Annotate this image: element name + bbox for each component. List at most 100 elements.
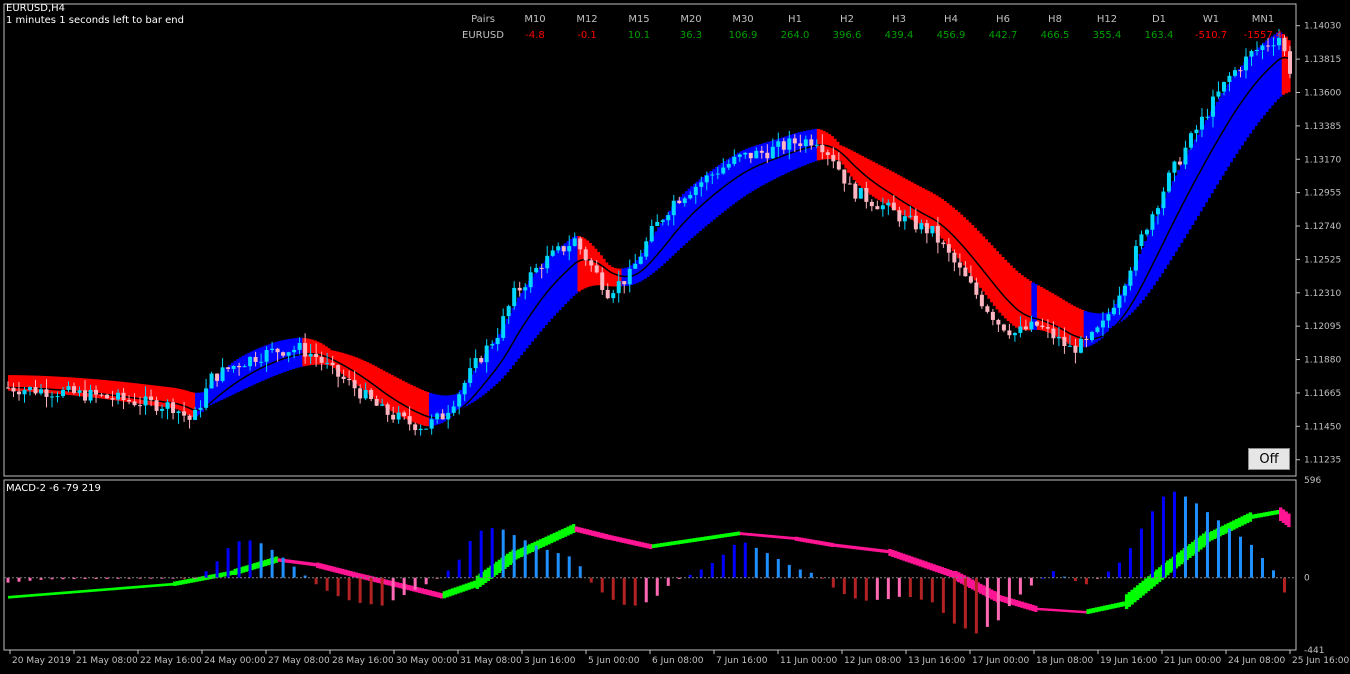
candle-body <box>545 255 550 269</box>
candle-body <box>1139 234 1144 247</box>
candle-body <box>429 419 434 429</box>
bar-timer-text: 1 minutes 1 seconds left to bar end <box>6 15 184 26</box>
candle-body <box>1095 327 1100 332</box>
price-chart-svg[interactable]: 1.14030 1.13815 1.13600 1.13385 1.13170 1.129… <box>0 0 1350 670</box>
price-tick-label: 1.12310 <box>1304 289 1341 299</box>
candle-body <box>182 411 187 416</box>
table-strength-value: 264.0 <box>780 30 810 41</box>
macd-histogram-bar <box>743 542 747 578</box>
candle-body <box>924 223 929 234</box>
candle-body <box>842 169 847 184</box>
macd-histogram-bar <box>1106 571 1110 578</box>
macd-histogram-bar <box>523 540 527 578</box>
candle-body <box>809 139 814 146</box>
macd-histogram-bar <box>237 541 241 578</box>
macd-histogram-bar <box>1007 577 1011 607</box>
macd-histogram-bar <box>380 577 384 606</box>
macd-histogram-bar <box>1117 562 1121 578</box>
candle-body <box>985 306 990 312</box>
candle-body <box>600 272 605 290</box>
candle-body <box>622 281 627 285</box>
candle-body <box>1106 314 1111 321</box>
price-tick-label: 1.12740 <box>1304 222 1341 232</box>
candle-body <box>132 401 137 406</box>
time-tick-label: 21 May 08:00 <box>76 656 138 666</box>
candle-body <box>138 405 143 407</box>
table-timeframe-header: H6 <box>996 14 1010 25</box>
time-tick-label: 12 Jun 08:00 <box>844 656 901 666</box>
time-tick-label: 25 Jun 16:00 <box>1292 656 1349 666</box>
candle-body <box>407 416 412 425</box>
candle-body <box>253 357 258 362</box>
macd-histogram-bar <box>1282 577 1286 593</box>
candle-body <box>1265 45 1270 47</box>
macd-histogram-bar <box>787 564 791 578</box>
macd-histogram-bar <box>1084 577 1088 585</box>
table-timeframe-header: M15 <box>628 14 650 25</box>
candle-body <box>875 206 880 210</box>
off-button[interactable]: Off <box>1248 448 1290 470</box>
candle-body <box>358 388 363 399</box>
macd-histogram-bar <box>666 577 670 586</box>
table-header-pairs: Pairs <box>471 14 495 25</box>
macd-tick-label: -441 <box>1304 646 1324 656</box>
time-tick-label: 6 Jun 08:00 <box>652 656 704 666</box>
candle-body <box>556 246 561 251</box>
candle-body <box>523 287 528 291</box>
candle-body <box>473 357 478 369</box>
candle-body <box>644 241 649 257</box>
candle-body <box>946 244 951 253</box>
macd-histogram-bar <box>1205 512 1209 578</box>
candle-body <box>292 349 297 353</box>
macd-histogram-bar <box>534 545 538 578</box>
candle-body <box>1172 161 1177 173</box>
candle-body <box>666 215 671 221</box>
candle-body <box>935 225 940 243</box>
table-strength-value: -510.7 <box>1194 30 1228 41</box>
macd-histogram-bar <box>776 559 780 578</box>
candle-body <box>1150 214 1155 230</box>
candle-body <box>831 155 836 162</box>
candle-body <box>1018 326 1023 334</box>
candle-body <box>1177 161 1182 165</box>
candle-body <box>765 152 770 159</box>
candle-body <box>1062 336 1067 346</box>
candle-body <box>721 167 726 174</box>
candle-body <box>748 152 753 159</box>
candle-body <box>677 200 682 204</box>
candle-body <box>567 246 572 252</box>
table-strength-value: 36.3 <box>679 30 703 41</box>
candle-body <box>347 378 352 381</box>
candle-body <box>715 173 720 175</box>
candle-body <box>28 387 33 391</box>
macd-histogram-bar <box>941 577 945 613</box>
candle-body <box>259 361 264 363</box>
candle-body <box>616 281 621 294</box>
candle-body <box>1205 116 1210 118</box>
candle-body <box>781 141 786 150</box>
macd-histogram-bar <box>721 554 725 578</box>
time-tick-label: 19 Jun 16:00 <box>1100 656 1157 666</box>
candle-body <box>1067 345 1072 347</box>
candle-body <box>418 428 423 431</box>
macd-histogram-bar <box>1249 544 1253 578</box>
candle-body <box>627 268 632 285</box>
candle-body <box>611 293 616 299</box>
candle-body <box>704 175 709 183</box>
candle-body <box>319 357 324 363</box>
candle-body <box>1111 307 1116 315</box>
time-tick-label: 28 May 16:00 <box>332 656 394 666</box>
candle-body <box>413 424 418 431</box>
macd-histogram-bar <box>1238 536 1242 578</box>
macd-histogram-bar <box>611 577 615 600</box>
macd-histogram-bar <box>952 577 956 624</box>
candle-body <box>50 396 55 398</box>
candle-body <box>1122 285 1127 296</box>
candle-body <box>1073 345 1078 353</box>
candle-body <box>869 201 874 207</box>
chart-window[interactable]: 1.14030 1.13815 1.13600 1.13385 1.13170 1.129… <box>0 0 1350 670</box>
table-timeframe-header: D1 <box>1151 14 1167 25</box>
candle-body <box>583 249 588 261</box>
candle-body <box>930 225 935 234</box>
candle-body <box>1221 81 1226 92</box>
